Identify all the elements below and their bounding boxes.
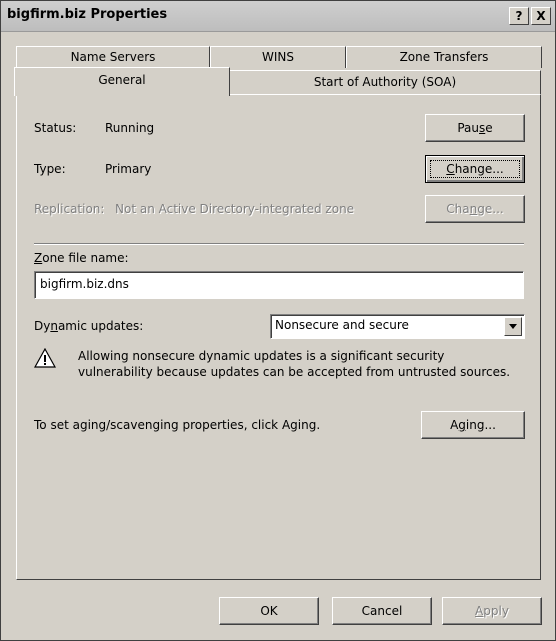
ok-button[interactable]: OK (219, 597, 319, 625)
dynamic-updates-select[interactable]: Nonsecure and secure (270, 314, 525, 339)
aging-text: To set aging/scavenging properties, clic… (34, 418, 321, 432)
title-bar: bigfirm.biz Properties ? X (1, 1, 555, 32)
replication-value: Not an Active Directory-integrated zone (115, 202, 355, 216)
tab-general[interactable]: General (14, 67, 230, 96)
apply-button: Apply (442, 597, 542, 625)
type-value: Primary (105, 162, 152, 176)
help-icon: ? (515, 9, 523, 23)
tab-wins[interactable]: WINS (210, 46, 346, 68)
apply-button-label: Apply (475, 604, 509, 618)
cancel-button-label: Cancel (361, 604, 403, 618)
dynamic-updates-label: Dynamic updates: (34, 319, 144, 333)
zone-file-value: bigfirm.biz.dns (40, 277, 129, 291)
pause-button-label: Pause (457, 121, 493, 135)
tab-name-servers[interactable]: Name Servers (16, 46, 210, 68)
warning-triangle-icon (33, 347, 57, 368)
help-button[interactable]: ? (509, 7, 529, 25)
aging-button[interactable]: Aging... (421, 411, 525, 439)
pause-button[interactable]: Pause (425, 114, 525, 142)
tab-start-of-authority[interactable]: Start of Authority (SOA) (229, 70, 541, 94)
tab-label: General (98, 73, 146, 87)
close-icon: X (536, 9, 546, 23)
close-button[interactable]: X (531, 7, 551, 25)
warning-text: Allowing nonsecure dynamic updates is a … (78, 349, 511, 379)
replication-label: Replication: (34, 202, 105, 216)
tab-label: Zone Transfers (399, 50, 489, 64)
dynamic-updates-value: Nonsecure and secure (275, 318, 409, 332)
properties-window: bigfirm.biz Properties ? X Name Servers … (0, 0, 556, 641)
ok-button-label: OK (260, 604, 278, 618)
separator (34, 243, 524, 245)
change-replication-button-label: Change... (446, 202, 504, 216)
change-type-button-label: Change... (446, 162, 504, 176)
zone-file-label: Zone file name: (34, 251, 129, 265)
tab-label: WINS (262, 50, 294, 64)
aging-button-label: Aging... (450, 418, 496, 432)
tab-label: Start of Authority (SOA) (313, 75, 457, 89)
status-value: Running (105, 121, 155, 135)
chevron-down-icon[interactable] (504, 317, 522, 336)
tab-label: Name Servers (70, 50, 156, 64)
cancel-button[interactable]: Cancel (332, 597, 432, 625)
window-title: bigfirm.biz Properties (7, 7, 168, 22)
tab-zone-transfers[interactable]: Zone Transfers (346, 46, 542, 68)
zone-file-input[interactable]: bigfirm.biz.dns (34, 271, 524, 299)
change-replication-button: Change... (425, 195, 525, 223)
type-label: Type: (34, 162, 66, 176)
status-label: Status: (34, 121, 77, 135)
change-type-button[interactable]: Change... (425, 155, 525, 183)
